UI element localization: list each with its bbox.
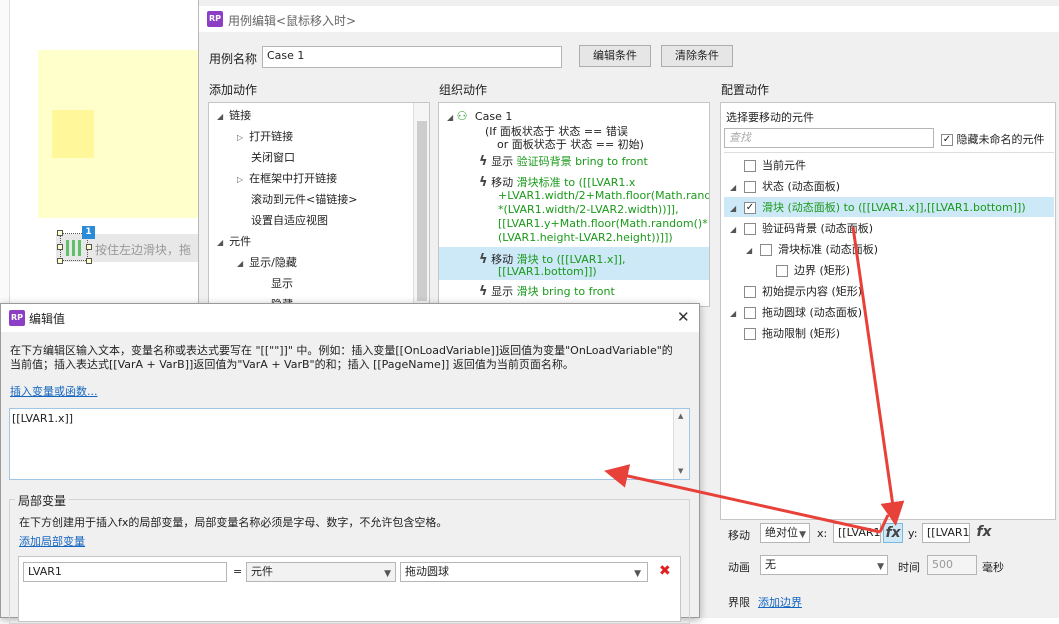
arrow-connector xyxy=(878,514,890,533)
arrow-to-fx xyxy=(851,226,905,526)
arrow-to-editor xyxy=(604,464,881,534)
annotation-arrows xyxy=(604,226,905,534)
